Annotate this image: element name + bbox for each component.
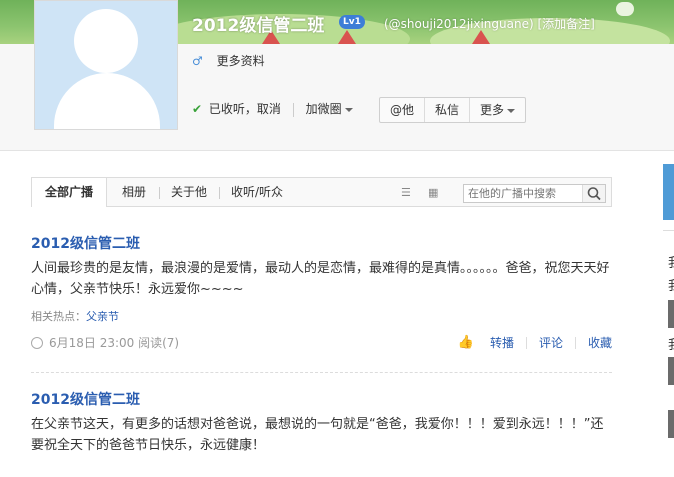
post-actions: 👍 转播 评论 收藏 (458, 334, 612, 351)
post-meta: 6月18日 23:00 阅读(7) 👍 转播 评论 收藏 (31, 334, 612, 350)
clock-icon (31, 337, 43, 349)
repost-button[interactable]: 转播 (490, 334, 514, 351)
calendar-icon[interactable]: ▦ (428, 187, 440, 199)
search-button[interactable] (582, 185, 605, 202)
right-panel-text: 我 (668, 275, 674, 294)
unfollow-link[interactable]: 已收听，取消 (209, 102, 281, 116)
avatar-placeholder-head (74, 9, 138, 73)
timeline-search (463, 184, 606, 203)
search-input[interactable] (464, 185, 586, 202)
timeline-tabs: 全部广播 相册 关于他 收听/听众 ☰ ▦ (31, 177, 612, 207)
profile-handle: (@shouji2012jixinguane) [添加备注] (384, 15, 595, 32)
post-text: 人间最珍贵的是友情，最浪漫的是爱情，最动人的是恋情，最难得的是真情。。。。。。爸… (31, 261, 610, 297)
topic-link[interactable]: 父亲节 (86, 310, 119, 323)
related-topics: 相关热点：父亲节 (31, 308, 612, 324)
avatar[interactable] (34, 0, 178, 130)
divider (574, 336, 576, 349)
right-panel-thumb[interactable] (668, 410, 674, 438)
related-topics-label: 相关热点： (31, 310, 86, 323)
right-panel-thumb[interactable] (668, 357, 674, 385)
list-view-icon[interactable]: ☰ (401, 187, 413, 199)
divider (219, 187, 220, 199)
follow-status: ✔ 已收听，取消 加微圈 (192, 100, 353, 117)
banner-roof (338, 30, 356, 44)
timeline-card: 全部广播 相册 关于他 收听/听众 ☰ ▦ 2012级信管二班 人间最珍贵的是友… (31, 177, 612, 477)
favorite-button[interactable]: 收藏 (588, 334, 612, 351)
check-icon: ✔ (192, 102, 203, 116)
handle-text: (@shouji2012jixinguane) (384, 17, 534, 31)
add-note-link[interactable]: [添加备注] (537, 17, 594, 31)
chevron-down-icon (344, 107, 353, 112)
post-author[interactable]: 2012级信管二班 (31, 392, 140, 408)
comment-button[interactable]: 评论 (539, 334, 563, 351)
post-text: 在父亲节这天，有更多的话想对爸爸说，最想说的一句就是“爸爸，我爱你！！！爱到永远… (31, 417, 604, 453)
mention-button[interactable]: @他 (380, 98, 424, 122)
more-info-link[interactable]: 更多资料 (217, 54, 265, 68)
tab-about[interactable]: 关于他 (171, 178, 207, 207)
add-circle-label: 加微圈 (305, 102, 342, 116)
banner-bunny (616, 2, 634, 16)
post-divider (31, 372, 612, 373)
private-message-button[interactable]: 私信 (424, 98, 469, 122)
chevron-down-icon (507, 108, 516, 113)
profile-action-buttons: @他 私信 更多 (379, 97, 527, 123)
more-button[interactable]: 更多 (469, 98, 525, 122)
right-panel-banner (663, 164, 674, 220)
post-author[interactable]: 2012级信管二班 (31, 236, 140, 252)
more-label: 更多 (480, 103, 505, 117)
level-badge[interactable]: Lv1 (339, 15, 365, 29)
tab-all-broadcasts[interactable]: 全部广播 (32, 178, 108, 207)
more-info-row: ♂ 更多资料 (192, 52, 265, 69)
tab-followers[interactable]: 收听/听众 (231, 178, 283, 207)
divider (159, 187, 160, 199)
divider (292, 102, 294, 117)
add-circle-dropdown[interactable]: 加微圈 (306, 102, 353, 116)
post-item: 2012级信管二班 在父亲节这天，有更多的话想对爸爸说，最想说的一句就是“爸爸，… (31, 389, 612, 456)
divider (525, 336, 527, 349)
male-icon: ♂ (192, 54, 203, 68)
avatar-placeholder-body (54, 73, 160, 129)
post-time-reads[interactable]: 6月18日 23:00 阅读(7) (49, 336, 179, 350)
profile-name: 2012级信管二班 (192, 16, 325, 36)
tab-album[interactable]: 相册 (122, 178, 146, 207)
divider (663, 230, 674, 231)
right-panel-text: 我 (668, 334, 674, 353)
thumbs-up-icon[interactable]: 👍 (458, 335, 474, 350)
right-panel-thumb[interactable] (668, 300, 674, 328)
post-item: 2012级信管二班 人间最珍贵的是友情，最浪漫的是爱情，最动人的是恋情，最难得的… (31, 233, 612, 350)
banner-roof (472, 30, 490, 44)
search-icon (587, 187, 601, 201)
right-panel-text: 我 (668, 252, 674, 271)
